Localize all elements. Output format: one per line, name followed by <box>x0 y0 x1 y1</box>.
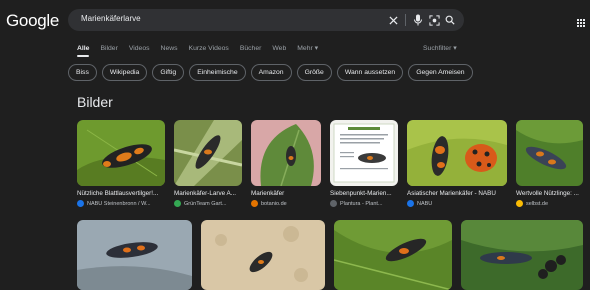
image-source-label: NABU <box>417 200 433 207</box>
image-caption[interactable]: Marienkäfer <box>251 190 321 197</box>
site-favicon <box>251 200 258 207</box>
site-favicon <box>77 200 84 207</box>
image-source-label: selbst.de <box>526 200 549 207</box>
image-thumbnail[interactable] <box>77 120 165 186</box>
image-source[interactable]: selbst.de <box>516 200 583 207</box>
chip-groesse[interactable]: Größe <box>296 64 332 81</box>
apps-grid-icon[interactable] <box>577 14 585 32</box>
refinement-chips: Biss Wikipedia Giftig Einheimische Amazo… <box>68 64 478 81</box>
chip-wann-aussetzen[interactable]: Wann aussetzen <box>336 64 404 81</box>
chip-wikipedia[interactable]: Wikipedia <box>101 64 148 81</box>
image-source-label: GrünTeam Gart... <box>184 200 227 207</box>
images-section-title: Bilder <box>77 94 113 110</box>
google-logo[interactable]: Google <box>6 11 59 31</box>
site-favicon <box>407 200 414 207</box>
image-source[interactable]: Plantura - Plant... <box>330 200 398 207</box>
image-source-label: botanio.de <box>261 200 287 207</box>
tab-more[interactable]: Mehr ▾ <box>297 44 318 52</box>
active-tab-indicator <box>77 55 89 57</box>
image-caption[interactable]: Wertvolle Nützlinge: ... <box>516 190 583 197</box>
image-source[interactable]: NABU Steinenbronn / W... <box>77 200 165 207</box>
search-input[interactable]: Marienkäferlarve <box>81 14 141 23</box>
tab-web[interactable]: Web <box>272 45 286 52</box>
site-favicon <box>516 200 523 207</box>
image-source[interactable]: GrünTeam Gart... <box>174 200 242 207</box>
image-caption[interactable]: Siebenpunkt-Marien... <box>330 190 398 197</box>
image-result-8[interactable] <box>201 220 325 290</box>
tab-images[interactable]: Bilder <box>100 45 117 52</box>
image-thumbnail[interactable] <box>174 120 242 186</box>
search-box[interactable]: Marienkäferlarve <box>68 9 464 31</box>
image-thumbnail[interactable] <box>251 120 321 186</box>
image-thumbnail[interactable] <box>407 120 507 186</box>
microphone-icon[interactable] <box>410 12 426 28</box>
search-icon[interactable] <box>442 12 458 28</box>
image-caption[interactable]: Marienkäfer-Larve A... <box>174 190 242 197</box>
image-source[interactable]: botanio.de <box>251 200 321 207</box>
image-source-label: Plantura - Plant... <box>340 200 383 207</box>
tab-videos[interactable]: Videos <box>129 45 150 52</box>
chip-gegen-ameisen[interactable]: Gegen Ameisen <box>408 64 473 81</box>
image-caption[interactable]: Nützliche Blattlausvertilger!... <box>77 190 165 197</box>
image-result-7[interactable] <box>77 220 192 290</box>
site-favicon <box>174 200 181 207</box>
tab-news[interactable]: News <box>161 45 178 52</box>
search-tools-button[interactable]: Suchfilter ▾ <box>423 44 457 52</box>
image-thumbnail[interactable] <box>330 120 398 186</box>
tab-short-videos[interactable]: Kurze Videos <box>189 45 229 52</box>
tab-books[interactable]: Bücher <box>240 45 262 52</box>
image-result-9[interactable] <box>334 220 452 290</box>
clear-icon[interactable] <box>385 12 401 28</box>
image-source[interactable]: NABU <box>407 200 507 207</box>
chip-amazon[interactable]: Amazon <box>250 64 292 81</box>
camera-lens-icon[interactable] <box>426 12 442 28</box>
chip-einheimische[interactable]: Einheimische <box>189 64 246 81</box>
image-result-10[interactable] <box>461 220 583 290</box>
chip-biss[interactable]: Biss <box>68 64 97 81</box>
search-tabs: Alle Bilder Videos News Kurze Videos Büc… <box>77 44 329 53</box>
image-source-label: NABU Steinenbronn / W... <box>87 200 151 207</box>
search-divider <box>405 14 406 26</box>
tab-all[interactable]: Alle <box>77 45 89 52</box>
image-caption[interactable]: Asiatischer Marienkäfer - NABU <box>407 190 507 197</box>
image-thumbnail[interactable] <box>516 120 583 186</box>
site-favicon <box>330 200 337 207</box>
chip-giftig[interactable]: Giftig <box>152 64 185 81</box>
